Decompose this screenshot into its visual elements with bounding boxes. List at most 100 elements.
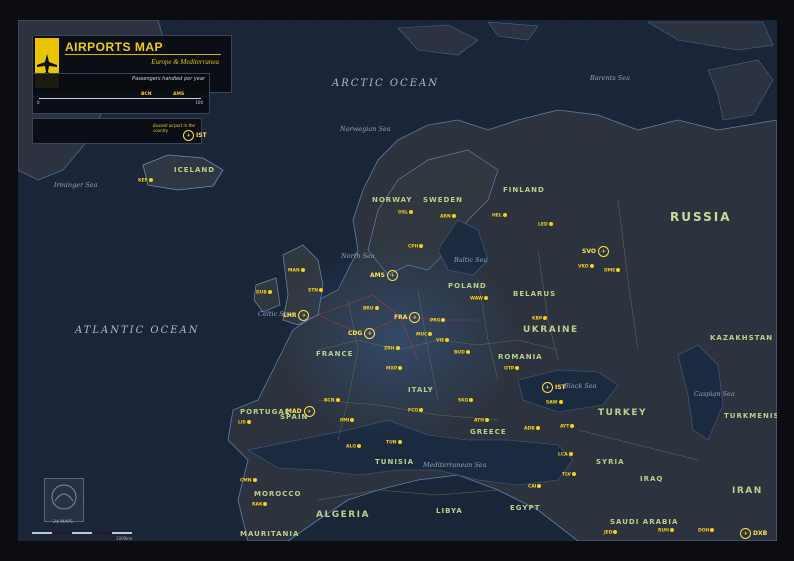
airport-marker[interactable]: ARN xyxy=(440,214,456,220)
hub-cdg[interactable]: CDG ✈ xyxy=(348,328,376,339)
passengers-example-ams: AMS xyxy=(173,92,185,97)
ukraine-label: UKRAINE xyxy=(523,325,579,335)
hub-ist[interactable]: ✈ IST xyxy=(542,382,566,393)
distance-scale-label: 1000km xyxy=(116,536,133,541)
airport-marker[interactable]: ATH xyxy=(474,418,489,424)
atlantic-ocean-label: ATLANTIC OCEAN xyxy=(75,325,200,336)
airport-marker[interactable]: VKO xyxy=(578,264,594,270)
algeria-label: ALGERIA xyxy=(316,510,370,520)
airport-marker[interactable]: AYT xyxy=(560,424,575,430)
russia-label: RUSSIA xyxy=(670,210,732,224)
turkey-label: TURKEY xyxy=(598,408,648,418)
hub-dxb[interactable]: ✈ DXB xyxy=(740,528,767,539)
hub-lhr[interactable]: LHR ✈ xyxy=(283,310,310,321)
airport-marker[interactable]: LIS xyxy=(238,420,251,426)
norwegian-sea-label: Norwegian Sea xyxy=(340,125,391,133)
legend-busiest-panel: Busiest airport in the country ✈ IST xyxy=(32,118,207,144)
airport-marker[interactable]: ADB xyxy=(524,426,540,432)
poster-frame: ARCTIC OCEAN ATLANTIC OCEAN Barents Sea … xyxy=(0,0,794,561)
airport-marker[interactable]: MXP xyxy=(386,366,403,372)
airport-marker[interactable]: TUN xyxy=(386,440,402,446)
egypt-label: EGYPT xyxy=(510,504,541,512)
syria-label: SYRIA xyxy=(596,458,625,466)
airport-marker[interactable]: STN xyxy=(308,288,324,294)
passengers-scale-bar xyxy=(39,98,201,99)
plane-icon: ✈ xyxy=(597,246,609,257)
passengers-example-bcn: BCN xyxy=(141,92,152,97)
airport-marker[interactable]: CAI xyxy=(528,484,542,490)
arctic-ocean-label: ARCTIC OCEAN xyxy=(332,78,439,89)
airport-marker[interactable]: PMI xyxy=(340,418,355,424)
mediterranean-sea-label: Mediterranean Sea xyxy=(423,461,487,469)
north-sea-label: North Sea xyxy=(341,252,375,260)
airport-marker[interactable]: MAN xyxy=(288,268,305,274)
plane-icon: ✈ xyxy=(740,528,751,539)
airport-marker[interactable]: MUC xyxy=(416,332,433,338)
finland-label: FINLAND xyxy=(503,186,545,194)
airport-marker[interactable]: BUD xyxy=(454,350,470,356)
airport-marker[interactable]: OTP xyxy=(504,366,520,372)
libya-label: LIBYA xyxy=(436,507,463,515)
belarus-label: BELARUS xyxy=(513,290,557,298)
iceland-label: ICELAND xyxy=(174,166,216,174)
airport-marker[interactable]: LCA xyxy=(558,452,573,458)
iran-label: IRAN xyxy=(732,486,763,496)
airport-marker[interactable]: KBP xyxy=(532,316,548,322)
passengers-tick-min: 0 xyxy=(37,100,40,105)
hub-svo[interactable]: SVO ✈ xyxy=(582,246,609,257)
plane-icon: ✈ xyxy=(542,382,553,393)
plane-icon: ✈ xyxy=(298,310,310,321)
airport-marker[interactable]: DUB xyxy=(256,290,272,296)
greece-label: GREECE xyxy=(470,428,507,436)
plane-icon: ✈ xyxy=(364,328,376,339)
airport-marker[interactable]: BCN xyxy=(324,398,340,404)
airport-marker[interactable]: DME xyxy=(604,268,621,274)
portugal-label: PORTUGAL xyxy=(240,408,291,416)
passengers-caption: Passengers handled per year xyxy=(132,76,205,82)
airport-marker[interactable]: JED xyxy=(604,530,618,536)
tunisia-label: TUNISIA xyxy=(375,458,414,466)
map-subtitle: Europe & Mediterranea xyxy=(151,58,219,66)
mauritania-label: MAURITANIA xyxy=(240,530,300,538)
airport-marker[interactable]: SAW xyxy=(546,400,563,406)
iraq-label: IRAQ xyxy=(640,475,664,483)
airport-marker[interactable]: KEF xyxy=(138,178,153,184)
airport-marker[interactable]: ALG xyxy=(346,444,362,450)
publisher-logo xyxy=(44,478,84,522)
baltic-sea-label: Baltic Sea xyxy=(454,256,488,264)
turkmenistan-label: TURKMENISTAN xyxy=(724,412,777,420)
plane-icon: ✈ xyxy=(386,270,398,281)
saudi-arabia-label: SAUDI ARABIA xyxy=(610,518,679,526)
airport-marker[interactable]: WAW xyxy=(470,296,489,302)
airport-marker[interactable]: HEL xyxy=(492,213,507,219)
italy-label: ITALY xyxy=(408,386,434,394)
hub-fra[interactable]: FRA ✈ xyxy=(394,312,421,323)
irminger-sea-label: Irminger Sea xyxy=(54,181,98,189)
airport-marker[interactable]: PRG xyxy=(430,318,446,324)
distance-scale-bar xyxy=(32,532,132,534)
black-sea-label: Black Sea xyxy=(564,382,597,390)
passengers-tick-max: 100 xyxy=(195,100,203,105)
airport-marker[interactable]: SKG xyxy=(458,398,474,404)
publisher-name: 24 MAPS xyxy=(53,520,73,525)
airport-marker[interactable]: ZRH xyxy=(384,346,400,352)
airport-marker[interactable]: LED xyxy=(538,222,553,228)
airport-marker[interactable]: CMN xyxy=(240,478,257,484)
airport-marker[interactable]: FCO xyxy=(408,408,424,414)
legend-passengers-panel: Passengers handled per year 0 100 BCN AM… xyxy=(32,73,210,114)
caspian-sea-label: Caspian Sea xyxy=(694,390,735,398)
airport-marker[interactable]: DOH xyxy=(698,528,715,534)
airport-marker[interactable]: CPH xyxy=(408,244,424,250)
airport-marker[interactable]: VIE xyxy=(436,338,450,344)
busiest-example: ✈ IST xyxy=(183,130,207,141)
airport-marker[interactable]: TLV xyxy=(562,472,576,478)
airport-marker[interactable]: OSL xyxy=(398,210,413,216)
airport-marker[interactable]: BRU xyxy=(363,306,379,312)
plane-icon: ✈ xyxy=(409,312,421,323)
title-divider xyxy=(65,54,221,55)
airport-marker[interactable]: RAK xyxy=(252,502,268,508)
france-label: FRANCE xyxy=(316,350,354,358)
hub-ams[interactable]: AMS ✈ xyxy=(370,270,398,281)
airport-marker[interactable]: RUH xyxy=(658,528,674,534)
hub-mad[interactable]: MAD ✈ xyxy=(286,406,315,417)
